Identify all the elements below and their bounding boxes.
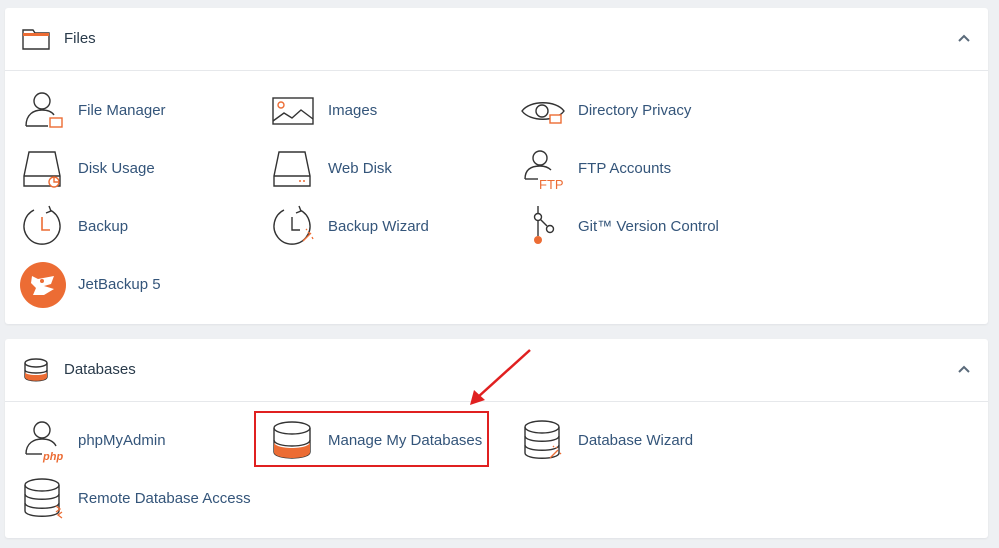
databases-section-title: Databases	[64, 361, 136, 378]
remote-database-access-link[interactable]: Remote Database Access	[5, 476, 251, 522]
files-panel-header[interactable]: Files	[5, 8, 988, 71]
directory-privacy-label: Directory Privacy	[578, 102, 692, 119]
backup-icon	[23, 205, 61, 245]
phpmyadmin-icon: php	[25, 421, 63, 463]
jetbackup-icon	[20, 262, 66, 308]
web-disk-label: Web Disk	[328, 160, 392, 177]
backup-label: Backup	[78, 218, 129, 235]
files-panel: Files File Manager Images Directory Priv…	[5, 8, 988, 324]
remote-database-access-label: Remote Database Access	[78, 490, 251, 507]
web-disk-link[interactable]: Web Disk	[255, 146, 495, 192]
git-version-control-link[interactable]: Git™ Version Control	[505, 204, 745, 250]
web-disk-icon	[273, 151, 311, 187]
file-manager-icon	[25, 92, 63, 128]
images-label: Images	[328, 102, 378, 119]
ftp-badge-text: FTP	[539, 177, 564, 192]
files-section-title: Files	[64, 30, 96, 47]
directory-privacy-link[interactable]: Directory Privacy	[505, 88, 745, 134]
phpmyadmin-link[interactable]: php phpMyAdmin	[5, 418, 245, 464]
git-version-control-label: Git™ Version Control	[578, 218, 719, 235]
php-badge-text: php	[42, 451, 63, 463]
database-wizard-link[interactable]: Database Wizard	[505, 418, 745, 464]
images-icon	[272, 97, 314, 125]
ftp-accounts-link[interactable]: FTP FTP Accounts	[505, 146, 745, 192]
disk-usage-link[interactable]: Disk Usage	[5, 146, 245, 192]
backup-wizard-link[interactable]: Backup Wizard	[255, 204, 495, 250]
chevron-up-icon[interactable]	[956, 31, 972, 47]
backup-wizard-icon	[273, 205, 314, 245]
disk-usage-label: Disk Usage	[78, 160, 155, 177]
images-link[interactable]: Images	[255, 88, 495, 134]
phpmyadmin-label: phpMyAdmin	[78, 432, 166, 449]
annotation-arrow	[470, 349, 531, 405]
disk-usage-icon	[23, 151, 61, 188]
ftp-accounts-label: FTP Accounts	[578, 160, 672, 177]
highlight-box	[254, 411, 489, 467]
file-manager-label: File Manager	[78, 102, 166, 119]
database-wizard-icon	[524, 420, 562, 459]
jetbackup-label: JetBackup 5	[78, 276, 161, 293]
jetbackup-link[interactable]: JetBackup 5	[5, 262, 245, 308]
ftp-accounts-icon: FTP	[524, 150, 564, 192]
chevron-up-icon[interactable]	[956, 362, 972, 378]
backup-link[interactable]: Backup	[5, 204, 245, 250]
file-manager-link[interactable]: File Manager	[5, 88, 245, 134]
database-icon	[24, 358, 48, 382]
folder-icon	[22, 29, 50, 50]
directory-privacy-icon	[521, 102, 565, 124]
database-wizard-label: Database Wizard	[578, 432, 694, 449]
backup-wizard-label: Backup Wizard	[328, 218, 429, 235]
remote-database-icon	[24, 478, 63, 519]
git-icon	[533, 206, 555, 244]
